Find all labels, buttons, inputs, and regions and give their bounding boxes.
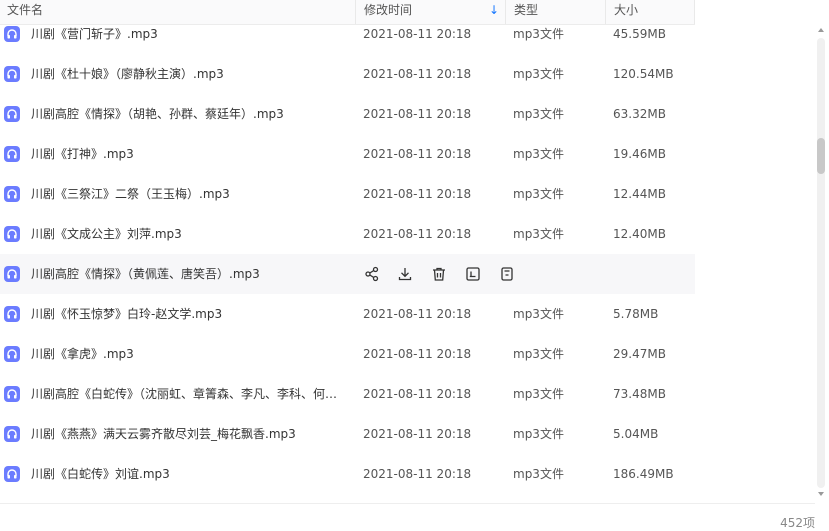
divider	[0, 503, 815, 504]
file-date: 2021-08-11 20:18	[363, 147, 472, 161]
file-date: 2021-08-11 20:18	[363, 467, 472, 481]
file-type: mp3文件	[513, 307, 564, 321]
file-date: 2021-08-11 20:18	[363, 67, 472, 81]
file-type: mp3文件	[513, 427, 564, 441]
file-row[interactable]: 川剧高腔《白蛇传》（沈丽虹、章箐森、李凡、李科、何… 2021-08-11 20:…	[0, 374, 695, 414]
audio-file-icon	[4, 106, 20, 122]
file-row[interactable]: 川剧《杜十娘》（廖静秋主演）.mp3 2021-08-11 20:18 mp3文件 1…	[0, 54, 695, 94]
file-size: 12.44MB	[613, 187, 666, 201]
scrollbar-thumb[interactable]	[817, 138, 825, 174]
audio-file-icon	[4, 466, 20, 482]
share-icon[interactable]	[363, 265, 381, 283]
audio-file-icon	[4, 306, 20, 322]
file-type: mp3文件	[513, 187, 564, 201]
file-name[interactable]: 川剧《怀玉惊梦》白玲-赵文学.mp3	[31, 294, 351, 334]
file-date: 2021-08-11 20:18	[363, 27, 472, 41]
file-size: 120.54MB	[613, 67, 674, 81]
file-size: 73.48MB	[613, 387, 666, 401]
file-type: mp3文件	[513, 27, 564, 41]
file-row[interactable]: 川剧《怀玉惊梦》白玲-赵文学.mp3 2021-08-11 20:18 mp3文件 5…	[0, 294, 695, 334]
file-name[interactable]: 川剧《杜十娘》（廖静秋主演）.mp3	[31, 54, 351, 94]
file-type: mp3文件	[513, 467, 564, 481]
file-row[interactable]: 川剧《营门斩子》.mp3 2021-08-11 20:18 mp3文件 45.59MB	[0, 14, 695, 54]
file-size: 5.78MB	[613, 307, 659, 321]
file-date: 2021-08-11 20:18	[363, 187, 472, 201]
file-row[interactable]: 川剧《三祭江》二祭（王玉梅）.mp3 2021-08-11 20:18 mp3文件 1…	[0, 174, 695, 214]
file-size: 29.47MB	[613, 347, 666, 361]
file-date: 2021-08-11 20:18	[363, 107, 472, 121]
file-size: 19.46MB	[613, 147, 666, 161]
file-date: 2021-08-11 20:18	[363, 387, 472, 401]
rename-icon[interactable]	[464, 265, 482, 283]
file-date: 2021-08-11 20:18	[363, 427, 472, 441]
file-type: mp3文件	[513, 67, 564, 81]
file-size: 63.32MB	[613, 107, 666, 121]
file-size: 186.49MB	[613, 467, 674, 481]
file-row[interactable]: 川剧《文成公主》刘萍.mp3 2021-08-11 20:18 mp3文件 12.40…	[0, 214, 695, 254]
audio-file-icon	[4, 386, 20, 402]
file-type: mp3文件	[513, 347, 564, 361]
audio-file-icon	[4, 226, 20, 242]
file-size: 45.59MB	[613, 27, 666, 41]
audio-file-icon	[4, 266, 20, 282]
file-row[interactable]: 川剧《拿虎》.mp3 2021-08-11 20:18 mp3文件 29.47MB	[0, 334, 695, 374]
file-name[interactable]: 川剧《营门斩子》.mp3	[31, 14, 351, 54]
item-count: 452项	[780, 516, 815, 530]
file-name[interactable]: 川剧高腔《情探》（黄佩莲、唐笑吾）.mp3	[31, 254, 351, 294]
file-row[interactable]: 川剧高腔《情探》（黄佩莲、唐笑吾）.mp3	[0, 254, 695, 294]
file-type: mp3文件	[513, 147, 564, 161]
file-list: 川剧《营门斩子》.mp3 2021-08-11 20:18 mp3文件 45.59MB…	[0, 14, 695, 494]
file-row[interactable]: 川剧高腔《情探》（胡艳、孙群、蔡廷年）.mp3 2021-08-11 20:18 m…	[0, 94, 695, 134]
file-name[interactable]: 川剧高腔《情探》（胡艳、孙群、蔡廷年）.mp3	[31, 94, 351, 134]
file-size: 12.40MB	[613, 227, 666, 241]
file-row[interactable]: 川剧《打神》.mp3 2021-08-11 20:18 mp3文件 19.46MB	[0, 134, 695, 174]
file-row[interactable]: 川剧《白蛇传》刘谊.mp3 2021-08-11 20:18 mp3文件 186.49…	[0, 454, 695, 494]
audio-file-icon	[4, 426, 20, 442]
audio-file-icon	[4, 186, 20, 202]
file-size: 5.04MB	[613, 427, 659, 441]
file-type: mp3文件	[513, 227, 564, 241]
audio-file-icon	[4, 346, 20, 362]
delete-icon[interactable]	[430, 265, 448, 283]
scroll-down-icon[interactable]	[818, 492, 824, 496]
audio-file-icon	[4, 26, 20, 42]
scroll-up-icon[interactable]	[818, 28, 824, 32]
file-name[interactable]: 川剧《打神》.mp3	[31, 134, 351, 174]
file-name[interactable]: 川剧《白蛇传》刘谊.mp3	[31, 454, 351, 494]
audio-file-icon	[4, 146, 20, 162]
file-type: mp3文件	[513, 387, 564, 401]
file-name[interactable]: 川剧《燕燕》满天云雾齐散尽刘芸_梅花飘香.mp3	[31, 414, 351, 454]
file-name[interactable]: 川剧《拿虎》.mp3	[31, 334, 351, 374]
file-date: 2021-08-11 20:18	[363, 307, 472, 321]
scrollbar-track[interactable]	[817, 38, 825, 488]
download-icon[interactable]	[396, 265, 414, 283]
more-icon[interactable]	[498, 265, 516, 283]
audio-file-icon	[4, 66, 20, 82]
vertical-scrollbar[interactable]	[817, 28, 825, 498]
file-date: 2021-08-11 20:18	[363, 347, 472, 361]
file-name[interactable]: 川剧《三祭江》二祭（王玉梅）.mp3	[31, 174, 351, 214]
file-name[interactable]: 川剧高腔《白蛇传》（沈丽虹、章箐森、李凡、李科、何…	[31, 374, 351, 414]
file-name[interactable]: 川剧《文成公主》刘萍.mp3	[31, 214, 351, 254]
file-row[interactable]: 川剧《燕燕》满天云雾齐散尽刘芸_梅花飘香.mp3 2021-08-11 20:18…	[0, 414, 695, 454]
file-date: 2021-08-11 20:18	[363, 227, 472, 241]
file-type: mp3文件	[513, 107, 564, 121]
